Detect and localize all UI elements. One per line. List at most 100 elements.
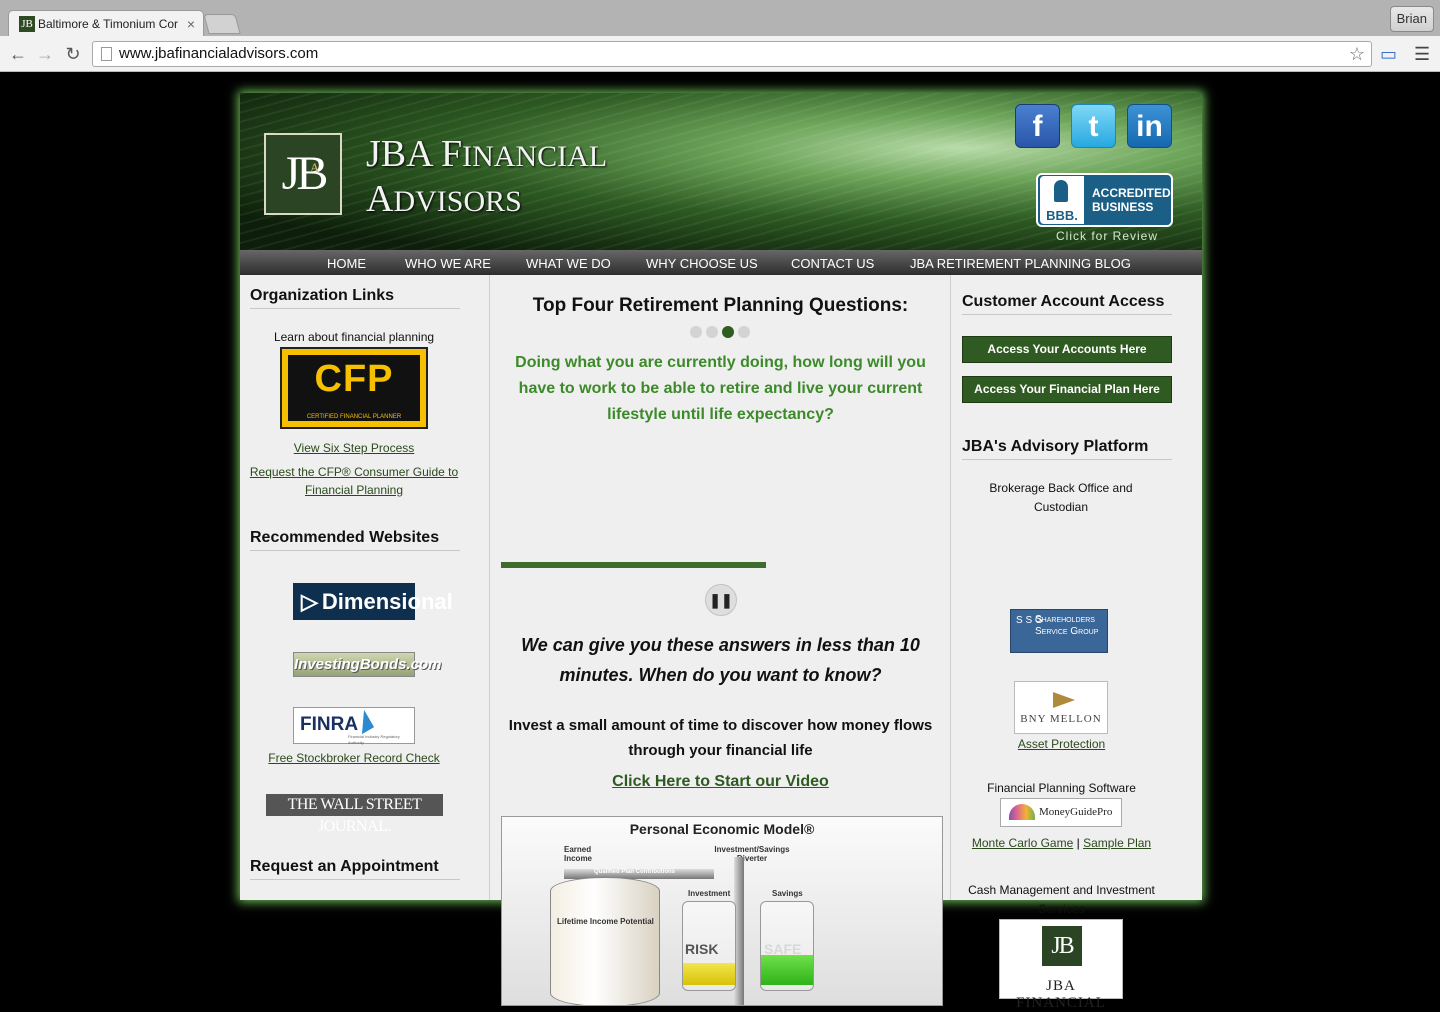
- profile-button[interactable]: Brian: [1389, 6, 1434, 32]
- dimensional-mark-icon: ▷: [301, 589, 318, 614]
- asset-protection-link[interactable]: Asset Protection: [951, 735, 1172, 753]
- slide-dot-4[interactable]: [738, 326, 750, 338]
- star-icon[interactable]: ☆: [1349, 42, 1365, 66]
- pem-lifetime-label: Lifetime Income Potential: [557, 917, 654, 926]
- brand-line2-small: DVISORS: [393, 185, 522, 218]
- wsj-logo[interactable]: THE WALL STREET JOURNAL.: [266, 794, 443, 835]
- guide-line2: Financial Planning: [304, 483, 404, 497]
- stockbroker-check-link[interactable]: Free Stockbroker Record Check: [240, 749, 468, 767]
- sample-plan-link[interactable]: Sample Plan: [1083, 836, 1151, 850]
- nav-who-we-are[interactable]: WHO WE ARE: [405, 256, 491, 271]
- middle-column: Top Four Retirement Planning Questions: …: [490, 275, 951, 1006]
- jba-small-logo[interactable]: JB JBA FINANCIAL: [999, 919, 1123, 1011]
- ssg-logo[interactable]: S S G Shareholders Service Group: [1010, 609, 1108, 653]
- pem-qualified-label: Qualified Plan Contributions: [594, 869, 675, 875]
- forward-icon[interactable]: →: [33, 42, 57, 66]
- jba-small-logo-letters: JB: [1042, 926, 1082, 966]
- investing-bonds-logo[interactable]: InvestingBonds.com: [293, 652, 442, 677]
- slide-dot-2[interactable]: [706, 326, 718, 338]
- bbb-badge[interactable]: BBB. ACCREDITED BUSINESS: [1036, 173, 1173, 227]
- finra-logo[interactable]: FINRA Financial Industry Regulatory Auth…: [293, 707, 415, 745]
- ssg-text: Shareholders Service Group: [1035, 614, 1099, 637]
- pem-risk-fill: [683, 963, 735, 985]
- favicon-icon: JB: [19, 15, 35, 32]
- access-accounts-button[interactable]: Access Your Accounts Here: [962, 336, 1172, 363]
- nav-contact-us[interactable]: CONTACT US: [791, 256, 874, 271]
- brokerage-text: Brokerage Back Office and Custodian: [989, 481, 1133, 514]
- twitter-icon[interactable]: t: [1071, 104, 1116, 148]
- learn-text: Learn about financial planning: [273, 330, 435, 344]
- moneyguidepro-logo[interactable]: MoneyGuidePro: [1000, 798, 1122, 827]
- bbb-line1: ACCREDITED: [1092, 186, 1171, 200]
- nav-what-we-do[interactable]: WHAT WE DO: [526, 256, 611, 271]
- recommended-heading: Recommended Websites: [250, 529, 460, 551]
- six-step-link[interactable]: View Six Step Process: [240, 439, 468, 457]
- linkedin-icon[interactable]: in: [1127, 104, 1172, 148]
- left-column: Organization Links Learn about financial…: [240, 275, 490, 900]
- pem-title: Personal Economic Model®: [629, 821, 815, 837]
- slide-question: Doing what you are currently doing, how …: [515, 354, 926, 423]
- start-video-link[interactable]: Click Here to Start our Video: [490, 773, 951, 791]
- nav-home[interactable]: HOME: [327, 256, 366, 271]
- cfp-logo-text: CFP: [314, 358, 394, 400]
- brand-name: JBA FINANCIAL ADVISORS: [366, 133, 607, 223]
- slide-progress-bar: [501, 562, 766, 568]
- invest-text: Invest a small amount of time to discove…: [508, 717, 933, 759]
- account-access-heading: Customer Account Access: [962, 293, 1172, 315]
- reload-icon[interactable]: ↻: [61, 42, 85, 66]
- slider-dots: [690, 326, 750, 338]
- cfp-logo[interactable]: CFP CERTIFIED FINANCIAL PLANNER: [280, 347, 428, 429]
- ssg-mark: S S G: [1016, 615, 1043, 626]
- bbb-review-link[interactable]: Click for Review: [1056, 229, 1158, 243]
- address-bar[interactable]: www.jbafinancialadvisors.com ☆: [92, 41, 1372, 67]
- consumer-guide-link[interactable]: Request the CFP® Consumer Guide to Finan…: [240, 463, 468, 499]
- dimensional-text: Dimensional: [321, 589, 453, 614]
- pem-diverter-label: Investment/Savings Diverter: [714, 845, 790, 863]
- finra-text: FINRA: [300, 714, 359, 735]
- personal-economic-model-image[interactable]: Personal Economic Model® Earned Income I…: [501, 816, 943, 1006]
- pem-safe-fill: [761, 955, 813, 985]
- appointment-heading: Request an Appointment: [250, 858, 460, 880]
- mgp-swoosh-icon: [1009, 804, 1035, 820]
- browser-tab[interactable]: JB Baltimore & Timonium Cor ×: [8, 10, 204, 36]
- slide-dot-3[interactable]: [722, 326, 734, 338]
- pem-earned-label: Earned Income: [564, 845, 593, 863]
- bny-text: BNY MELLON: [1020, 713, 1102, 725]
- slide-dot-1[interactable]: [690, 326, 702, 338]
- advisory-platform-heading: JBA's Advisory Platform: [962, 438, 1172, 460]
- nav-why-choose-us[interactable]: WHY CHOOSE US: [646, 256, 758, 271]
- back-icon[interactable]: ←: [6, 42, 30, 66]
- jba-small-logo-text: JBA FINANCIAL: [1016, 978, 1106, 1011]
- url-text: www.jbafinancialadvisors.com: [119, 45, 319, 62]
- tab-title: Baltimore & Timonium Cor: [38, 16, 179, 31]
- nav-blog[interactable]: JBA RETIREMENT PLANNING BLOG: [910, 256, 1131, 271]
- facebook-icon[interactable]: f: [1015, 104, 1060, 148]
- browser-tab-bar: JB Baltimore & Timonium Cor × Brian: [0, 0, 1440, 36]
- dimensional-logo[interactable]: ▷ Dimensional: [293, 583, 453, 620]
- main-nav: HOME WHO WE ARE WHAT WE DO WHY CHOOSE US…: [240, 250, 1202, 275]
- pem-savings-label: Savings: [772, 889, 803, 898]
- cast-icon[interactable]: ▭: [1380, 42, 1397, 66]
- pem-safe-label: SAFE: [764, 941, 802, 957]
- monte-carlo-link[interactable]: Monte Carlo Game: [972, 836, 1073, 850]
- bny-wing-icon: [1053, 692, 1075, 708]
- jba-logo[interactable]: JB A: [264, 133, 342, 215]
- pause-icon[interactable]: ❚❚: [705, 584, 737, 616]
- right-column: Customer Account Access Access Your Acco…: [951, 275, 1202, 1011]
- new-tab-button[interactable]: [203, 14, 241, 34]
- pem-investment-label: Investment: [688, 889, 731, 898]
- browser-toolbar: ← → ↻ www.jbafinancialadvisors.com ☆ ▭ ☰: [0, 36, 1440, 72]
- org-links-heading: Organization Links: [250, 287, 460, 309]
- access-plan-button[interactable]: Access Your Financial Plan Here: [962, 376, 1172, 403]
- bbb-line2: BUSINESS: [1092, 200, 1154, 214]
- slider-title: Top Four Retirement Planning Questions:: [532, 295, 909, 316]
- menu-icon[interactable]: ☰: [1414, 42, 1430, 66]
- pem-risk-label: RISK: [685, 941, 719, 957]
- bny-mellon-logo[interactable]: BNY MELLON: [1014, 681, 1108, 734]
- guide-line1: Request the CFP® Consumer Guide to: [249, 465, 459, 479]
- brand-line2-big: A: [366, 178, 394, 220]
- brand-line1-big: JBA F: [366, 133, 463, 175]
- close-tab-icon[interactable]: ×: [187, 16, 195, 32]
- answers-text: We can give you these answers in less th…: [521, 635, 920, 685]
- mgp-text: MoneyGuidePro: [1039, 806, 1113, 818]
